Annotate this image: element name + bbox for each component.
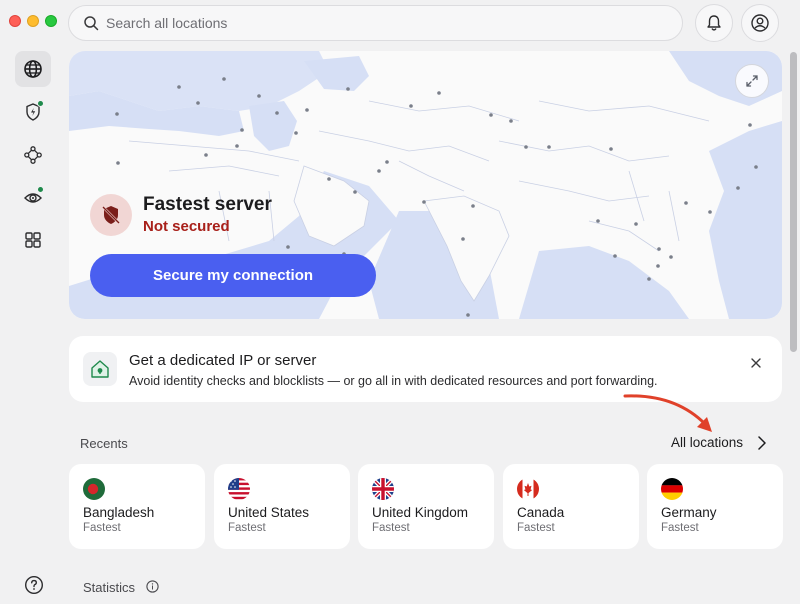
location-subtitle: Fastest (83, 522, 121, 534)
bangladesh-flag-icon (83, 478, 105, 500)
zoom-window-button[interactable] (45, 15, 57, 27)
sidebar-item-threat-protection[interactable] (15, 94, 51, 130)
dismiss-promo-button[interactable] (747, 354, 765, 372)
sidebar-item-locations[interactable] (15, 51, 51, 87)
sidebar-item-more-apps[interactable] (15, 222, 51, 258)
user-circle-icon (751, 14, 769, 32)
expand-map-button[interactable] (735, 64, 769, 98)
status-dot (37, 100, 44, 107)
promo-title: Get a dedicated IP or server (129, 352, 317, 369)
location-name: Germany (661, 505, 717, 520)
scrollbar[interactable] (790, 52, 797, 352)
bell-icon (707, 15, 721, 31)
search-icon (84, 16, 99, 31)
connection-status-badge (90, 194, 132, 236)
sidebar-item-dark-web-monitor[interactable] (15, 180, 51, 216)
annotation-arrow (623, 394, 712, 432)
statistics-heading: Statistics (83, 580, 136, 595)
network-icon (24, 146, 42, 164)
expand-icon (746, 75, 758, 87)
server-map[interactable]: Fastest server Not secured Secure my con… (69, 51, 782, 319)
recent-location-card[interactable]: United Kingdom Fastest (358, 464, 494, 549)
us-flag-icon (228, 478, 250, 500)
location-subtitle: Fastest (372, 522, 410, 534)
recent-location-card[interactable]: Canada Fastest (503, 464, 639, 549)
promo-icon-box (83, 352, 117, 386)
location-name: Canada (517, 505, 565, 520)
connection-status: Not secured (143, 218, 230, 235)
home-shield-icon (91, 360, 109, 378)
germany-flag-icon (661, 478, 683, 500)
recent-location-card[interactable]: Bangladesh Fastest (69, 464, 205, 549)
location-subtitle: Fastest (517, 522, 555, 534)
search-input[interactable] (106, 15, 606, 31)
location-subtitle: Fastest (661, 522, 699, 534)
notifications-button[interactable] (695, 4, 733, 42)
question-circle-icon[interactable] (24, 575, 44, 595)
recent-location-card[interactable]: Germany Fastest (647, 464, 783, 549)
location-subtitle: Fastest (228, 522, 266, 534)
close-window-button[interactable] (9, 15, 21, 27)
shield-off-icon (102, 206, 120, 224)
status-dot (37, 186, 44, 193)
grid-icon (25, 232, 41, 248)
location-name: United States (228, 505, 310, 520)
location-name: Bangladesh (83, 505, 155, 520)
server-title: Fastest server (143, 194, 272, 215)
secure-connection-button[interactable]: Secure my connection (90, 254, 376, 297)
location-name: United Kingdom (372, 505, 469, 520)
info-icon[interactable] (146, 580, 159, 593)
chevron-right-icon[interactable] (755, 435, 769, 451)
close-icon (751, 358, 761, 368)
uk-flag-icon (372, 478, 394, 500)
minimize-window-button[interactable] (27, 15, 39, 27)
promo-subtitle: Avoid identity checks and blocklists — o… (129, 374, 658, 388)
window-controls (9, 15, 57, 27)
recent-location-card[interactable]: United States Fastest (214, 464, 350, 549)
account-button[interactable] (741, 4, 779, 42)
recents-heading: Recents (80, 436, 128, 451)
sidebar-item-meshnet[interactable] (15, 137, 51, 173)
search-bar[interactable] (68, 5, 683, 41)
canada-flag-icon (517, 478, 539, 500)
globe-icon (24, 60, 42, 78)
